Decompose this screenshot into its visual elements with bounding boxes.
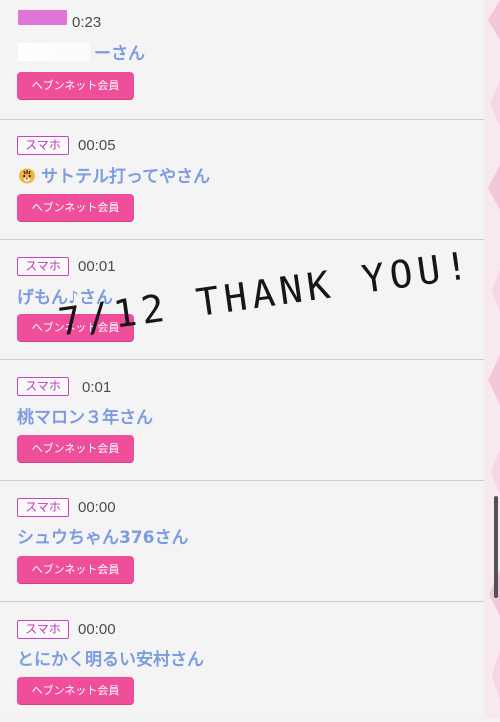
visitor-name[interactable]: とにかく明るい安村さん bbox=[17, 649, 204, 671]
visit-time: 00:05 bbox=[78, 137, 116, 154]
list-item[interactable]: 0:23 ーさん ヘブンネット会員 bbox=[0, 0, 484, 120]
scrollbar[interactable] bbox=[494, 496, 498, 598]
member-button[interactable]: ヘブンネット会員 bbox=[17, 194, 134, 221]
list-item[interactable]: スマホ 00:00 とにかく明るい安村さん ヘブンネット会員 bbox=[0, 602, 484, 722]
member-button[interactable]: ヘブンネット会員 bbox=[17, 72, 134, 99]
tiger-face-icon bbox=[17, 165, 37, 185]
visitor-name-text: サトテル打ってやさん bbox=[41, 167, 211, 187]
visitor-name[interactable]: ーさん bbox=[94, 43, 145, 65]
visit-time: 00:00 bbox=[78, 499, 116, 516]
member-button[interactable]: ヘブンネット会員 bbox=[17, 677, 134, 704]
list-item[interactable]: スマホ 00:05 サトテル打ってやさん ヘブンネット会員 bbox=[0, 120, 484, 240]
visit-time: 0:23 bbox=[72, 14, 102, 31]
visitor-name[interactable]: シュウちゃん376さん bbox=[17, 527, 189, 549]
device-badge: スマホ bbox=[17, 257, 69, 276]
list-item[interactable]: スマホ 00:00 シュウちゃん376さん ヘブンネット会員 bbox=[0, 481, 484, 601]
member-button[interactable]: ヘブンネット会員 bbox=[17, 556, 134, 583]
device-badge: スマホ bbox=[17, 498, 69, 517]
device-badge: スマホ bbox=[17, 620, 69, 639]
member-button[interactable]: ヘブンネット会員 bbox=[17, 435, 134, 462]
side-pattern bbox=[484, 0, 500, 718]
visit-time: 00:01 bbox=[78, 258, 116, 275]
obscured-name bbox=[18, 43, 90, 61]
visit-time: 00:00 bbox=[78, 621, 116, 638]
device-badge: スマホ bbox=[17, 377, 69, 396]
side-pattern-graphic bbox=[484, 0, 500, 718]
device-badge: スマホ bbox=[17, 136, 69, 155]
visitor-name[interactable]: 桃マロン３年さん bbox=[17, 407, 153, 429]
visitor-name[interactable]: サトテル打ってやさん bbox=[17, 165, 210, 188]
obscured-badge bbox=[18, 10, 67, 25]
